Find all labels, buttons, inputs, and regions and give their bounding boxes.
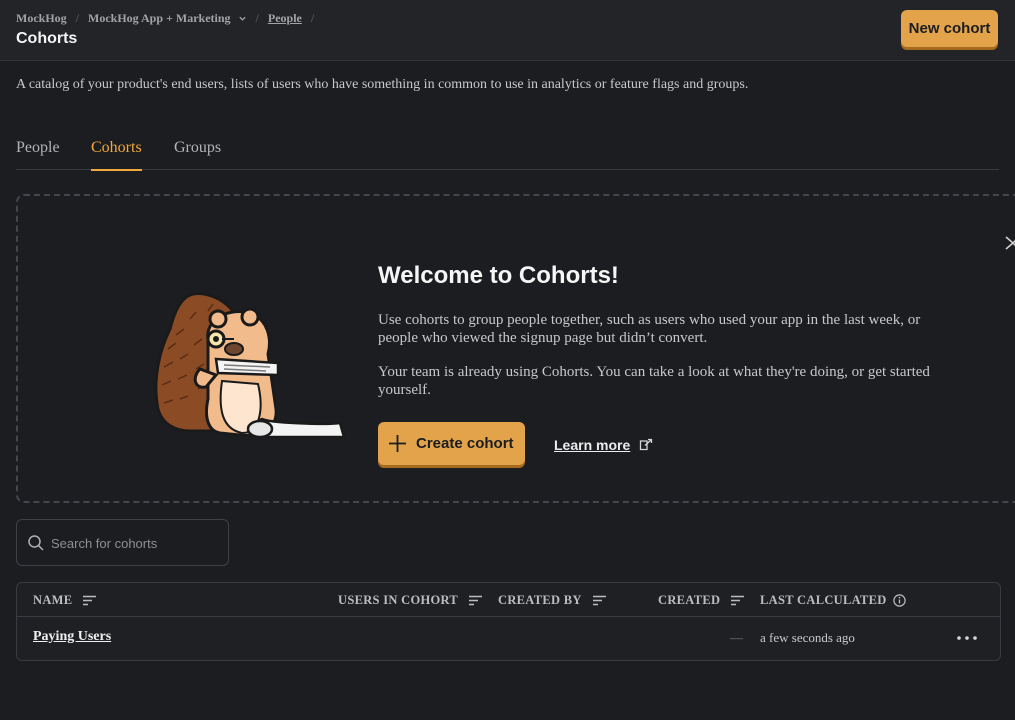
column-header-label: CREATED BY [498, 593, 582, 607]
learn-more-label: Learn more [554, 437, 631, 453]
column-header-label: USERS IN COHORT [338, 593, 459, 607]
sort-icon [83, 595, 97, 606]
breadcrumb-separator: / [310, 11, 315, 25]
breadcrumb-section[interactable]: People [268, 11, 302, 26]
plus-icon [389, 435, 406, 452]
column-header-label: LAST CALCULATED [760, 593, 887, 607]
tab-groups[interactable]: Groups [174, 139, 221, 157]
sort-icon [731, 595, 745, 606]
external-link-icon [640, 438, 653, 451]
top-bar: MockHog / MockHog App + Marketing / Peop… [0, 0, 1015, 61]
column-header-name[interactable]: NAME [33, 593, 97, 608]
sort-icon [469, 595, 483, 606]
learn-more-link[interactable]: Learn more [554, 437, 653, 453]
cohorts-table: NAME USERS IN COHORT CREATED BY CREATED … [16, 582, 1001, 661]
page-description: A catalog of your product's end users, l… [16, 77, 749, 92]
column-header-created[interactable]: CREATED [658, 593, 745, 608]
breadcrumb-org[interactable]: MockHog [16, 11, 67, 26]
active-tab-indicator [91, 169, 142, 171]
column-header-users-in-cohort[interactable]: USERS IN COHORT [338, 593, 483, 608]
table-row: Paying Users — a few seconds ago [17, 618, 1000, 660]
info-icon[interactable] [892, 594, 906, 607]
cohort-created-cell: — [730, 630, 743, 645]
breadcrumb-project[interactable]: MockHog App + Marketing [88, 11, 231, 26]
create-cohort-label: Create cohort [416, 435, 514, 452]
table-header: NAME USERS IN COHORT CREATED BY CREATED … [17, 583, 1000, 617]
chevron-down-icon[interactable] [238, 14, 247, 23]
page-title: Cohorts [16, 30, 78, 47]
more-icon[interactable] [955, 630, 979, 646]
cohort-name-link[interactable]: Paying Users [33, 629, 111, 645]
column-header-label: CREATED [658, 593, 721, 607]
hedgehog-illustration [154, 292, 346, 439]
search-input[interactable] [51, 533, 221, 553]
breadcrumb-separator: / [255, 11, 259, 25]
welcome-paragraph-team: Your team is already using Cohorts. You … [378, 364, 930, 398]
tab-people[interactable]: People [16, 139, 60, 157]
breadcrumb: MockHog / MockHog App + Marketing / Peop… [16, 11, 323, 26]
breadcrumb-separator: / [75, 11, 80, 25]
search-icon [28, 535, 44, 551]
column-header-last-calculated: LAST CALCULATED [760, 593, 906, 608]
tab-cohorts[interactable]: Cohorts [91, 139, 142, 157]
close-icon[interactable] [1004, 234, 1015, 252]
search-box [16, 519, 229, 566]
welcome-paragraph-intro: Use cohorts to group people together, su… [378, 312, 921, 346]
column-header-label: NAME [33, 593, 73, 607]
new-cohort-button[interactable]: New cohort [901, 10, 998, 47]
cohort-last-calculated-cell: a few seconds ago [760, 630, 855, 645]
column-header-created-by[interactable]: CREATED BY [498, 593, 606, 608]
welcome-title: Welcome to Cohorts! [378, 262, 619, 289]
sort-icon [592, 595, 606, 606]
tab-bar: People Cohorts Groups [16, 131, 999, 171]
create-cohort-button[interactable]: Create cohort [378, 422, 525, 465]
